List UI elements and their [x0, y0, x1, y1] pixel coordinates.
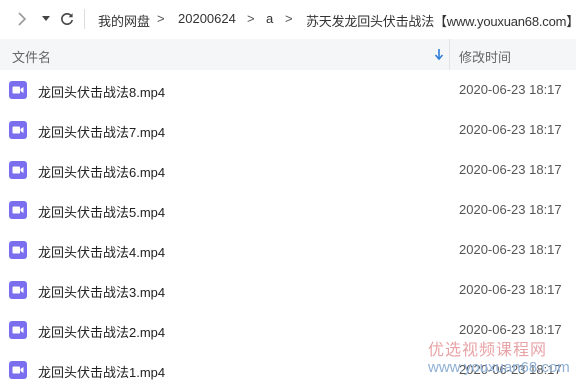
file-row[interactable]: 龙回头伏击战法8.mp4 2020-06-23 18:17	[0, 70, 576, 110]
file-row[interactable]: 龙回头伏击战法6.mp4 2020-06-23 18:17	[0, 150, 576, 190]
file-modified-time: 2020-06-23 18:17	[459, 202, 562, 217]
file-name[interactable]: 龙回头伏击战法4.mp4	[38, 242, 165, 261]
file-name[interactable]: 龙回头伏击战法6.mp4	[38, 162, 165, 181]
file-modified-time: 2020-06-23 18:17	[459, 362, 562, 377]
file-row[interactable]: 龙回头伏击战法5.mp4 2020-06-23 18:17	[0, 190, 576, 230]
breadcrumb-item-root[interactable]: 我的网盘	[98, 11, 150, 30]
file-name[interactable]: 龙回头伏击战法2.mp4	[38, 322, 165, 341]
file-list-header: 文件名 修改时间	[0, 39, 576, 70]
refresh-icon[interactable]	[58, 10, 76, 28]
video-file-icon	[9, 161, 27, 184]
sort-down-arrow-icon[interactable]	[434, 48, 444, 64]
file-row[interactable]: 龙回头伏击战法4.mp4 2020-06-23 18:17	[0, 230, 576, 270]
video-file-icon	[9, 281, 27, 304]
file-modified-time: 2020-06-23 18:17	[459, 162, 562, 177]
file-name[interactable]: 龙回头伏击战法1.mp4	[38, 362, 165, 381]
breadcrumb-separator: >	[285, 11, 293, 26]
file-modified-time: 2020-06-23 18:17	[459, 82, 562, 97]
breadcrumb-item-current[interactable]: 苏天发龙回头伏击战法【www.youxuan68.com】	[306, 11, 576, 30]
column-header-modified-time[interactable]: 修改时间	[459, 47, 511, 66]
file-name[interactable]: 龙回头伏击战法3.mp4	[38, 282, 165, 301]
file-name[interactable]: 龙回头伏击战法8.mp4	[38, 82, 165, 101]
breadcrumb-separator: >	[157, 11, 165, 26]
file-modified-time: 2020-06-23 18:17	[459, 242, 562, 257]
column-divider[interactable]	[449, 39, 450, 70]
video-file-icon	[9, 81, 27, 104]
file-row[interactable]: 龙回头伏击战法3.mp4 2020-06-23 18:17	[0, 270, 576, 310]
breadcrumb-separator: >	[247, 11, 255, 26]
video-file-icon	[9, 321, 27, 344]
video-file-icon	[9, 241, 27, 264]
column-header-filename[interactable]: 文件名	[12, 47, 51, 66]
video-file-icon	[9, 361, 27, 384]
file-name[interactable]: 龙回头伏击战法7.mp4	[38, 122, 165, 141]
video-file-icon	[9, 201, 27, 224]
toolbar-divider	[84, 9, 85, 29]
file-modified-time: 2020-06-23 18:17	[459, 122, 562, 137]
file-row[interactable]: 龙回头伏击战法2.mp4 2020-06-23 18:17	[0, 310, 576, 350]
file-modified-time: 2020-06-23 18:17	[459, 322, 562, 337]
file-row[interactable]: 龙回头伏击战法1.mp4 2020-06-23 18:17	[0, 350, 576, 390]
video-file-icon	[9, 121, 27, 144]
chevron-right-icon[interactable]	[14, 10, 30, 28]
breadcrumb-item-date[interactable]: 20200624	[178, 11, 236, 26]
file-row[interactable]: 龙回头伏击战法7.mp4 2020-06-23 18:17	[0, 110, 576, 150]
toolbar: 我的网盘 > 20200624 > a > 苏天发龙回头伏击战法【www.you…	[0, 0, 576, 38]
breadcrumb-item-a[interactable]: a	[266, 11, 273, 26]
file-modified-time: 2020-06-23 18:17	[459, 282, 562, 297]
caret-down-icon[interactable]	[40, 10, 52, 28]
file-name[interactable]: 龙回头伏击战法5.mp4	[38, 202, 165, 221]
